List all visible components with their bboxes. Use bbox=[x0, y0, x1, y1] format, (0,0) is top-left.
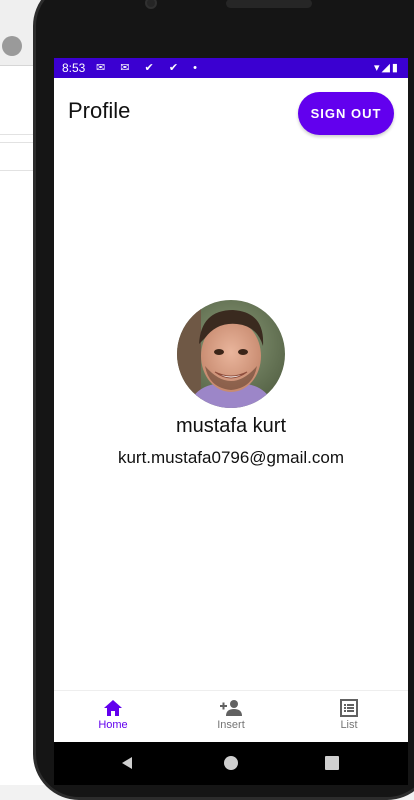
nav-label-list: List bbox=[340, 719, 358, 731]
list-icon bbox=[340, 699, 358, 717]
nav-label-home: Home bbox=[98, 719, 128, 731]
front-camera bbox=[145, 0, 157, 9]
recent-apps-icon[interactable] bbox=[325, 756, 339, 770]
sign-out-button[interactable]: SIGN OUT bbox=[298, 92, 394, 135]
profile-email: kurt.mustafa0796@gmail.com bbox=[117, 448, 345, 467]
nav-item-list[interactable]: List bbox=[290, 691, 408, 742]
status-bar: 8:53 ✉ ✉ ✔ ✔ • ▾◢▮ bbox=[54, 58, 408, 78]
bottom-navigation: Home Insert List bbox=[54, 690, 408, 742]
back-icon[interactable] bbox=[120, 756, 134, 770]
app-bar: Profile SIGN OUT bbox=[54, 78, 408, 148]
system-navigation-bar bbox=[54, 742, 408, 785]
profile-name: mustafa kurt bbox=[175, 415, 287, 437]
nav-item-home[interactable]: Home bbox=[54, 691, 172, 742]
status-time: 8:53 bbox=[62, 61, 86, 75]
nav-item-insert[interactable]: Insert bbox=[172, 691, 290, 742]
app-screen: 8:53 ✉ ✉ ✔ ✔ • ▾◢▮ Profile SIGN OUT must… bbox=[54, 58, 408, 742]
home-button-icon[interactable] bbox=[224, 756, 238, 770]
earpiece-speaker bbox=[226, 0, 312, 8]
home-icon bbox=[104, 700, 122, 716]
avatar bbox=[177, 300, 285, 408]
nav-label-insert: Insert bbox=[217, 719, 245, 731]
page-title: Profile bbox=[68, 98, 131, 123]
avatar-photo bbox=[177, 300, 285, 408]
notification-icons: ✉ ✉ ✔ ✔ • bbox=[96, 62, 203, 74]
person-add-icon bbox=[220, 700, 242, 716]
github-icon bbox=[2, 36, 22, 56]
system-status-icons: ▾◢▮ bbox=[373, 62, 400, 74]
